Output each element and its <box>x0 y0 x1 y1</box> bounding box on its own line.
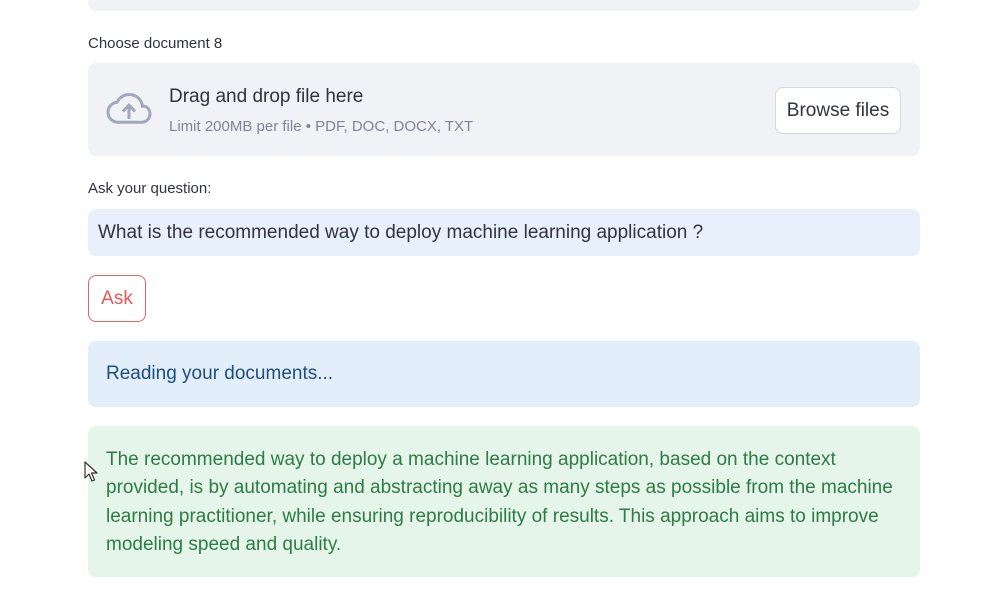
file-dropzone[interactable]: Drag and drop file here Limit 200MB per … <box>88 63 920 156</box>
answer-text: The recommended way to deploy a machine … <box>106 449 893 555</box>
mouse-cursor-icon <box>84 461 98 482</box>
cloud-upload-icon <box>106 92 152 124</box>
browse-files-button[interactable]: Browse files <box>775 87 901 134</box>
dropzone-title: Drag and drop file here <box>169 86 364 107</box>
dropzone-limit-text: Limit 200MB per file • PDF, DOC, DOCX, T… <box>169 118 474 135</box>
info-message-text: Reading your documents... <box>106 363 334 384</box>
question-label: Ask your question: <box>88 180 212 197</box>
info-message: Reading your documents... <box>88 341 920 407</box>
previous-uploader-bottom <box>88 0 920 11</box>
document-label: Choose document 8 <box>88 35 223 52</box>
answer-message: The recommended way to deploy a machine … <box>88 426 920 577</box>
ask-button[interactable]: Ask <box>88 275 146 322</box>
question-input[interactable] <box>88 209 920 256</box>
